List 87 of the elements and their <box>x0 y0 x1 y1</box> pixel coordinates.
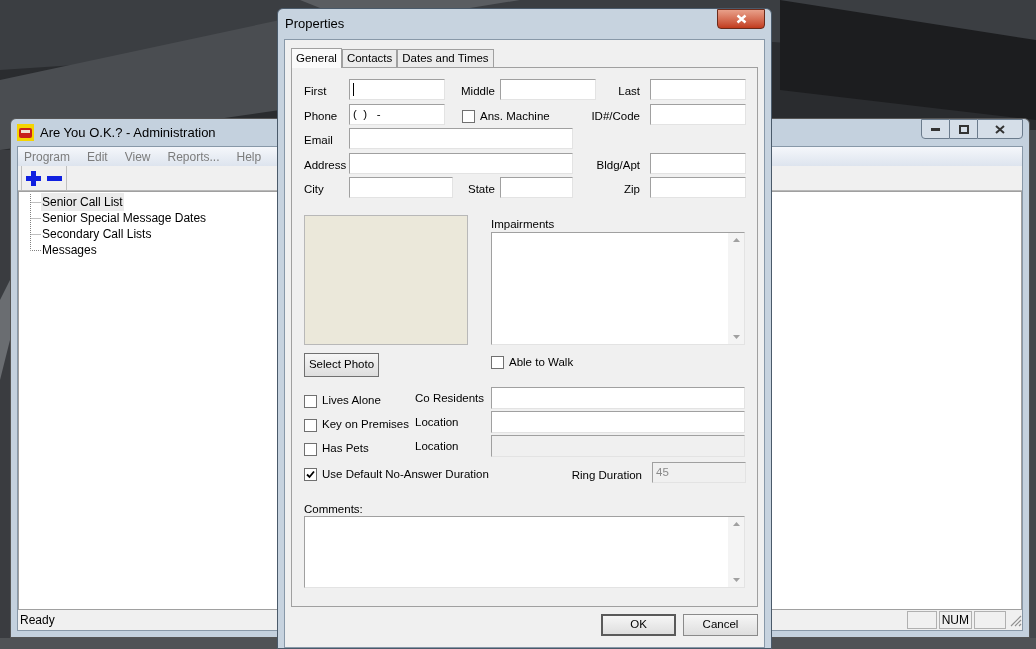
text-field[interactable] <box>491 387 745 409</box>
text-field[interactable] <box>500 177 573 198</box>
dialog-title: Properties <box>285 15 345 34</box>
field-label: State <box>468 182 495 195</box>
tree-item[interactable]: Senior Call List <box>41 193 124 211</box>
field-label: Co Residents <box>415 391 486 407</box>
app-logo-icon <box>17 124 34 141</box>
text-field[interactable] <box>491 411 745 433</box>
field-label: Able to Walk <box>509 355 574 370</box>
field-label: City <box>304 181 325 197</box>
text-field[interactable] <box>349 177 453 198</box>
checkbox[interactable] <box>304 442 317 456</box>
status-pane <box>906 611 937 629</box>
tree-item[interactable]: Secondary Call Lists <box>41 225 153 243</box>
menu-item[interactable]: Reports... <box>167 147 220 166</box>
minimize-icon <box>931 127 940 131</box>
menu-item[interactable]: Program <box>24 147 70 166</box>
tree-connector-line <box>29 194 41 210</box>
field-label: Location <box>415 415 460 431</box>
field-label: Impairments <box>491 217 556 232</box>
tree-item[interactable]: Senior Special Message Dates <box>41 209 208 227</box>
tab[interactable]: Dates and Times <box>397 49 494 67</box>
resize-grip-icon[interactable] <box>1008 613 1022 627</box>
checkbox[interactable] <box>304 418 317 432</box>
checkbox[interactable] <box>304 468 317 481</box>
scroll-down-icon[interactable] <box>732 578 740 582</box>
field-label: Phone <box>304 108 339 124</box>
tab[interactable]: Contacts <box>341 49 398 67</box>
dialog-button[interactable]: OK <box>601 614 676 636</box>
text-cursor <box>353 83 354 96</box>
checkbox[interactable] <box>491 356 504 370</box>
maximize-icon <box>958 124 969 134</box>
add-icon[interactable] <box>26 170 41 186</box>
field-label: Ans. Machine <box>480 108 550 124</box>
field-label: Address <box>304 157 348 173</box>
menu-item[interactable]: View <box>124 147 151 166</box>
scrollbar[interactable] <box>728 233 744 344</box>
text-field[interactable] <box>650 79 746 100</box>
checkbox[interactable] <box>462 110 475 123</box>
window-title: Are You O.K.? - Administration <box>40 123 216 142</box>
field-label: Key on Premises <box>322 417 409 433</box>
menu-item[interactable]: Edit <box>87 147 108 166</box>
text-field[interactable] <box>650 177 746 198</box>
field-label: Last <box>618 83 640 99</box>
field-value: ( ) - <box>353 107 381 122</box>
field-value: 45 <box>656 465 669 480</box>
text-field[interactable] <box>349 153 573 174</box>
scroll-down-icon[interactable] <box>732 335 740 339</box>
close-icon <box>995 124 1005 134</box>
scroll-up-icon[interactable] <box>732 238 740 242</box>
close-button[interactable] <box>717 9 765 29</box>
field-label: Zip <box>624 181 640 197</box>
text-field[interactable] <box>500 79 596 100</box>
field-label: Bldg/Apt <box>596 157 640 173</box>
status-pane <box>974 611 1006 629</box>
scrollbar[interactable] <box>728 517 744 587</box>
scroll-up-icon[interactable] <box>732 522 740 526</box>
text-field[interactable] <box>650 104 746 125</box>
status-text: Ready <box>20 612 55 629</box>
tree-item[interactable]: Messages <box>41 241 98 259</box>
checkbox[interactable] <box>304 394 317 408</box>
status-indicator: NUM <box>938 611 972 629</box>
field-label: Middle <box>461 84 495 97</box>
check-icon <box>306 470 315 479</box>
field-label: Email <box>304 132 334 148</box>
close-button[interactable] <box>977 119 1023 139</box>
text-field[interactable] <box>349 79 445 100</box>
select-photo-button[interactable]: Select Photo <box>304 353 379 377</box>
close-icon <box>735 14 747 24</box>
field-label: Has Pets <box>322 441 369 457</box>
maximize-button[interactable] <box>950 119 977 139</box>
minimize-button[interactable] <box>921 119 950 139</box>
tree-connector-line <box>29 210 41 226</box>
field-label: Use Default No-Answer Duration <box>322 466 489 482</box>
field-label: Comments: <box>304 502 364 516</box>
field-label: Location <box>415 439 460 455</box>
field-label: Lives Alone <box>322 393 381 409</box>
text-field[interactable]: ( ) - <box>349 104 445 125</box>
field-label: ID#/Code <box>591 108 640 124</box>
field-label: Ring Duration <box>571 467 642 483</box>
text-field[interactable] <box>650 153 746 174</box>
menu-item[interactable]: Help <box>236 147 262 166</box>
field-label: First <box>304 83 328 99</box>
tab[interactable]: General <box>291 48 342 68</box>
remove-icon[interactable] <box>47 175 62 181</box>
dialog-button[interactable]: Cancel <box>683 614 758 636</box>
text-field[interactable] <box>349 128 573 149</box>
